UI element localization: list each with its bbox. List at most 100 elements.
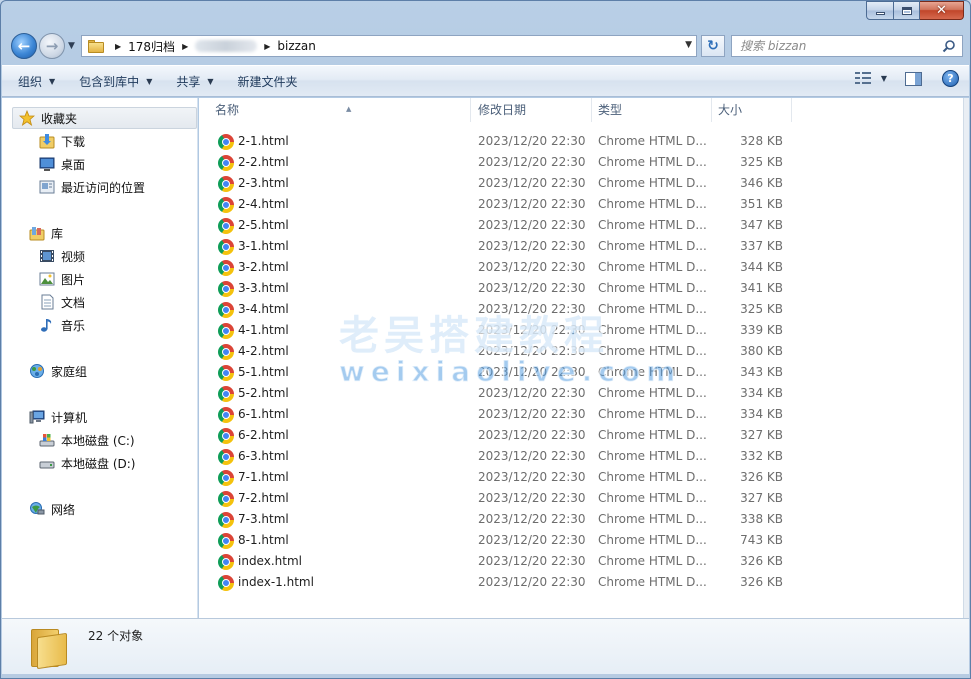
file-row[interactable]: 8-1.html 2023/12/20 22:30 Chrome HTML D...…: [199, 530, 799, 551]
address-bar[interactable]: ▶ 178归档 ▶ ▶ bizzan ▼: [81, 35, 697, 57]
close-button[interactable]: ✕: [920, 1, 964, 20]
nav-network[interactable]: 网络: [29, 498, 75, 520]
file-modified-date: 2023/12/20 22:30: [478, 428, 586, 442]
music-note-icon: [41, 319, 52, 332]
file-modified-date: 2023/12/20 22:30: [478, 176, 586, 190]
file-type: Chrome HTML D...: [598, 512, 707, 526]
file-row[interactable]: 5-2.html 2023/12/20 22:30 Chrome HTML D...…: [199, 383, 799, 404]
file-row[interactable]: 7-1.html 2023/12/20 22:30 Chrome HTML D...…: [199, 467, 799, 488]
file-size: 325 KB: [740, 302, 783, 316]
recent-places-icon: [39, 180, 55, 194]
caption-buttons: ✕: [866, 1, 964, 20]
refresh-button[interactable]: ↻: [701, 35, 725, 57]
nav-music[interactable]: 音乐: [39, 314, 85, 336]
nav-drive-c[interactable]: 本地磁盘 (C:): [39, 429, 135, 451]
nav-documents[interactable]: 文档: [39, 291, 85, 313]
file-size: 344 KB: [740, 260, 783, 274]
file-row[interactable]: 2-1.html 2023/12/20 22:30 Chrome HTML D...…: [199, 131, 799, 152]
right-edge-strip: [963, 98, 969, 618]
item-count: 22 个对象: [88, 629, 144, 643]
file-row[interactable]: 7-3.html 2023/12/20 22:30 Chrome HTML D...…: [199, 509, 799, 530]
nav-desktop[interactable]: 桌面: [39, 153, 85, 175]
file-row[interactable]: 4-2.html 2023/12/20 22:30 Chrome HTML D...…: [199, 341, 799, 362]
file-size: 351 KB: [740, 197, 783, 211]
include-in-library-button[interactable]: 包含到库中 ▼: [71, 69, 160, 93]
back-button[interactable]: ←: [11, 33, 37, 59]
file-row[interactable]: 3-4.html 2023/12/20 22:30 Chrome HTML D...…: [199, 299, 799, 320]
help-icon[interactable]: ?: [942, 70, 959, 87]
share-button[interactable]: 共享 ▼: [168, 69, 221, 93]
minimize-button[interactable]: [866, 1, 894, 20]
recent-pages-dropdown[interactable]: ▼: [68, 41, 75, 51]
file-row[interactable]: 3-1.html 2023/12/20 22:30 Chrome HTML D...…: [199, 236, 799, 257]
file-modified-date: 2023/12/20 22:30: [478, 239, 586, 253]
file-size: 327 KB: [740, 491, 783, 505]
search-box[interactable]: [731, 35, 963, 57]
file-size: 326 KB: [740, 554, 783, 568]
file-size: 341 KB: [740, 281, 783, 295]
file-row[interactable]: 4-1.html 2023/12/20 22:30 Chrome HTML D...…: [199, 320, 799, 341]
folder-icon: [29, 627, 69, 670]
chrome-html-file-icon: [218, 449, 234, 465]
search-input[interactable]: [740, 39, 930, 53]
chrome-html-file-icon: [218, 323, 234, 339]
breadcrumb-chevron-icon[interactable]: ▶: [115, 42, 121, 51]
file-row[interactable]: 6-1.html 2023/12/20 22:30 Chrome HTML D...…: [199, 404, 799, 425]
file-type: Chrome HTML D...: [598, 281, 707, 295]
column-header-date[interactable]: 修改日期: [472, 98, 592, 122]
file-row[interactable]: 2-5.html 2023/12/20 22:30 Chrome HTML D...…: [199, 215, 799, 236]
file-size: 346 KB: [740, 176, 783, 190]
video-icon: [40, 250, 54, 262]
file-row[interactable]: 2-2.html 2023/12/20 22:30 Chrome HTML D...…: [199, 152, 799, 173]
column-header-size[interactable]: 大小: [712, 98, 792, 122]
back-arrow-icon: ←: [17, 36, 31, 55]
file-modified-date: 2023/12/20 22:30: [478, 386, 586, 400]
file-size: 339 KB: [740, 323, 783, 337]
file-list-pane: 名称 ▲ 修改日期 类型 大小 2-1.html 2023/12/20 22:30…: [199, 98, 966, 618]
preview-pane-icon[interactable]: [905, 71, 922, 86]
breadcrumb-item[interactable]: bizzan: [277, 39, 316, 53]
nav-computer[interactable]: 计算机: [29, 406, 87, 428]
nav-pictures[interactable]: 图片: [39, 268, 85, 290]
file-type: Chrome HTML D...: [598, 155, 707, 169]
file-row[interactable]: 2-4.html 2023/12/20 22:30 Chrome HTML D...…: [199, 194, 799, 215]
column-header-name[interactable]: 名称 ▲: [209, 98, 471, 122]
file-type: Chrome HTML D...: [598, 344, 707, 358]
nav-homegroup[interactable]: 家庭组: [29, 360, 87, 382]
maximize-icon: [901, 6, 912, 15]
file-type: Chrome HTML D...: [598, 449, 707, 463]
nav-downloads[interactable]: 下载: [39, 130, 85, 152]
organize-button[interactable]: 组织 ▼: [10, 69, 63, 93]
nav-favorites[interactable]: 收藏夹: [12, 107, 197, 129]
file-modified-date: 2023/12/20 22:30: [478, 365, 586, 379]
file-row[interactable]: index-1.html 2023/12/20 22:30 Chrome HTML …: [199, 572, 799, 593]
breadcrumb-chevron-icon[interactable]: ▶: [264, 42, 270, 51]
breadcrumb-item-redacted[interactable]: [195, 40, 258, 52]
file-row[interactable]: 7-2.html 2023/12/20 22:30 Chrome HTML D...…: [199, 488, 799, 509]
nav-videos[interactable]: 视频: [39, 245, 85, 267]
new-folder-button[interactable]: 新建文件夹: [230, 69, 306, 93]
file-row[interactable]: index.html 2023/12/20 22:30 Chrome HTML D.…: [199, 551, 799, 572]
nav-recent-places[interactable]: 最近访问的位置: [39, 176, 145, 198]
file-row[interactable]: 2-3.html 2023/12/20 22:30 Chrome HTML D...…: [199, 173, 799, 194]
address-history-dropdown[interactable]: ▼: [685, 40, 692, 50]
file-row[interactable]: 6-3.html 2023/12/20 22:30 Chrome HTML D...…: [199, 446, 799, 467]
view-controls: ▼ ?: [854, 70, 959, 87]
breadcrumb-item[interactable]: 178归档: [128, 38, 175, 55]
file-row[interactable]: 5-1.html 2023/12/20 22:30 Chrome HTML D...…: [199, 362, 799, 383]
forward-button[interactable]: →: [39, 33, 65, 59]
chrome-html-file-icon: [218, 512, 234, 528]
change-view-icon[interactable]: [854, 71, 871, 86]
file-size: 326 KB: [740, 575, 783, 589]
search-icon[interactable]: [942, 39, 956, 53]
breadcrumb-chevron-icon[interactable]: ▶: [182, 42, 188, 51]
nav-libraries[interactable]: 库: [29, 222, 63, 244]
maximize-button[interactable]: [894, 1, 920, 20]
column-header-type[interactable]: 类型: [592, 98, 712, 122]
file-row[interactable]: 6-2.html 2023/12/20 22:30 Chrome HTML D...…: [199, 425, 799, 446]
file-row[interactable]: 3-3.html 2023/12/20 22:30 Chrome HTML D...…: [199, 278, 799, 299]
view-options-dropdown[interactable]: ▼: [881, 74, 887, 83]
file-row[interactable]: 3-2.html 2023/12/20 22:30 Chrome HTML D...…: [199, 257, 799, 278]
nav-drive-d[interactable]: 本地磁盘 (D:): [39, 452, 135, 474]
dropdown-arrow-icon: ▼: [207, 76, 214, 86]
